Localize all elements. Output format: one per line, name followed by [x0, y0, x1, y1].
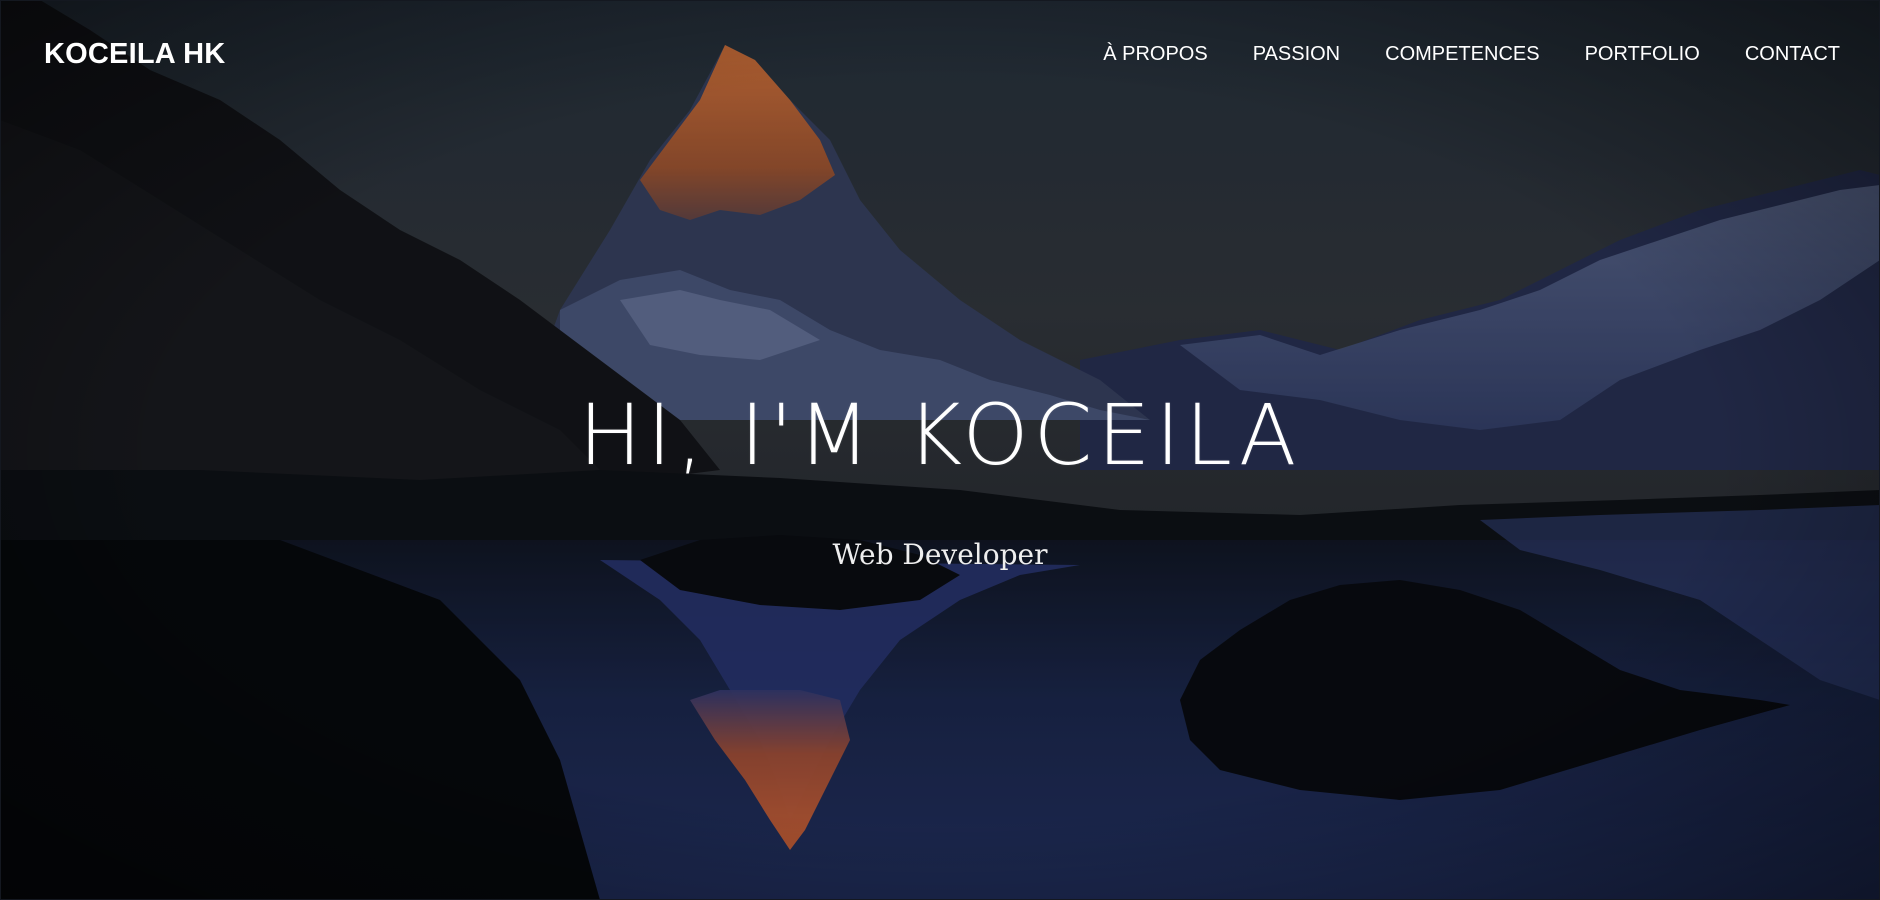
hero-title: HI, I'M KOCEILA: [578, 386, 1302, 484]
nav-item-passion: PASSION: [1253, 43, 1340, 66]
nav-link-competences[interactable]: COMPETENCES: [1385, 43, 1539, 65]
nav-item-competences: COMPETENCES: [1385, 43, 1539, 66]
top-navbar: KOCEILA HK À PROPOS PASSION COMPETENCES …: [0, 0, 1880, 110]
nav-item-a-propos: À PROPOS: [1103, 43, 1207, 66]
nav-link-a-propos[interactable]: À PROPOS: [1103, 43, 1207, 65]
nav-link-passion[interactable]: PASSION: [1253, 43, 1340, 65]
brand-logo-link[interactable]: KOCEILA HK: [44, 38, 225, 71]
nav-link-portfolio[interactable]: PORTFOLIO: [1585, 43, 1700, 65]
nav-link-contact[interactable]: CONTACT: [1745, 43, 1840, 65]
nav-item-contact: CONTACT: [1745, 43, 1840, 66]
nav-links: À PROPOS PASSION COMPETENCES PORTFOLIO C…: [1103, 43, 1840, 66]
hero-section: KOCEILA HK À PROPOS PASSION COMPETENCES …: [0, 0, 1880, 900]
nav-item-portfolio: PORTFOLIO: [1585, 43, 1700, 66]
hero-subtitle: Web Developer: [832, 538, 1048, 571]
